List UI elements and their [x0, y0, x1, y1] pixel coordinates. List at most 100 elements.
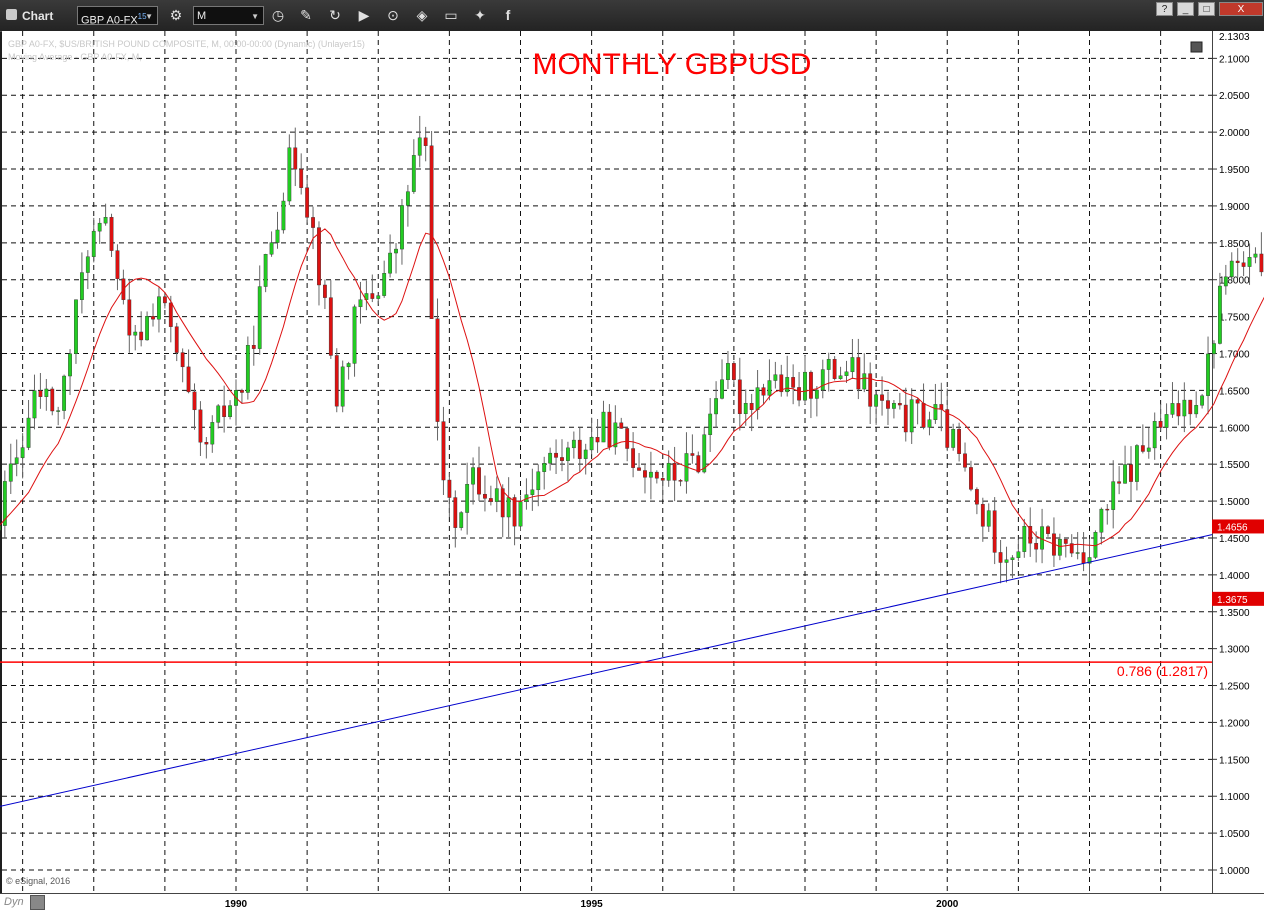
candle-body	[1194, 405, 1199, 415]
candle-body	[1217, 285, 1222, 344]
candle-body	[1188, 399, 1193, 415]
candle-body	[619, 422, 624, 429]
candle-body	[198, 409, 203, 443]
candle-body	[1040, 526, 1044, 550]
candle-body	[494, 488, 499, 502]
candle-body	[998, 552, 1003, 563]
candle-body	[471, 467, 475, 485]
candle-body	[477, 467, 481, 495]
candle-body	[726, 363, 730, 380]
candle-body	[162, 296, 167, 304]
candle-body	[903, 404, 908, 433]
candle-body	[1223, 276, 1228, 287]
candle-body	[631, 448, 636, 468]
candle-body	[832, 359, 837, 379]
candle-body	[1105, 508, 1110, 511]
candle-body	[1259, 253, 1264, 273]
candle-body	[1235, 260, 1240, 263]
candle-body	[453, 497, 458, 528]
candle-body	[542, 463, 547, 472]
candle-body	[151, 316, 155, 320]
candle-body	[957, 429, 962, 454]
candle-body	[222, 405, 227, 418]
candle-body	[216, 405, 221, 423]
dyn-label: Dyn	[4, 896, 24, 908]
candle-body	[672, 462, 677, 481]
candle-body	[838, 375, 843, 379]
candle-body	[346, 363, 351, 368]
candle-body	[648, 471, 653, 478]
candle-body	[945, 409, 950, 448]
legend-line: GBP A0-FX, $US/BRITISH POUND COMPOSITE, …	[8, 39, 365, 49]
candle-body	[465, 484, 470, 513]
candle-body	[708, 413, 713, 435]
y-tick-label: 1.4500	[1219, 534, 1250, 545]
candle-body	[1099, 508, 1104, 533]
candle-body	[566, 447, 570, 461]
candle-body	[328, 297, 333, 356]
candle-body	[518, 501, 523, 527]
candle-body	[1111, 481, 1116, 510]
price-tag-label: 1.3675	[1217, 595, 1248, 606]
candle-body	[168, 302, 173, 327]
candle-body	[1176, 403, 1181, 417]
candle-body	[44, 388, 49, 397]
candle-body	[702, 434, 707, 473]
candle-body	[974, 489, 979, 505]
candle-body	[488, 498, 493, 502]
candle-body	[400, 205, 404, 250]
candle-body	[512, 497, 517, 527]
candle-body	[358, 299, 363, 308]
candle-body	[26, 417, 31, 448]
candle-body	[880, 394, 884, 401]
candle-body	[749, 403, 754, 410]
candle-body	[844, 371, 849, 376]
candle-body	[773, 374, 778, 381]
y-tick-label: 1.8000	[1219, 276, 1250, 287]
candle-body	[1164, 414, 1169, 428]
y-tick-label: 1.9500	[1219, 165, 1250, 176]
candle-body	[660, 478, 665, 481]
candle-body	[874, 394, 879, 407]
candle-body	[50, 388, 55, 412]
candle-body	[1212, 343, 1216, 355]
candle-body	[311, 217, 315, 228]
candle-body	[1022, 526, 1027, 552]
candle-body	[714, 398, 718, 415]
candle-body	[257, 286, 262, 349]
candle-body	[299, 169, 304, 188]
candle-body	[1182, 399, 1187, 417]
candle-body	[370, 293, 375, 299]
candle-body	[1170, 403, 1175, 415]
candle-body	[1004, 559, 1009, 563]
candle-body	[1123, 464, 1127, 484]
candle-body	[506, 497, 511, 518]
candle-body	[20, 447, 25, 458]
candle-body	[157, 296, 161, 320]
y-tick-label: 2.0000	[1219, 128, 1250, 139]
y-tick-label: 1.3500	[1219, 608, 1250, 619]
y-tick-label: 1.7500	[1219, 313, 1250, 324]
scale-mode-icon[interactable]	[30, 895, 45, 910]
candle-body	[761, 387, 766, 396]
candle-body	[1241, 262, 1246, 267]
chart-title: MONTHLY GBPUSD	[533, 48, 812, 81]
candle-body	[530, 489, 535, 495]
watermark: © eSignal, 2016	[6, 876, 70, 886]
candle-body	[1135, 445, 1139, 482]
candle-body	[441, 421, 446, 481]
candle-body	[820, 369, 825, 391]
candle-body	[145, 316, 149, 341]
candle-body	[293, 147, 298, 170]
candle-body	[1034, 543, 1039, 550]
candle-body	[411, 155, 416, 192]
trendline	[0, 534, 1213, 807]
candle-body	[915, 399, 920, 404]
candle-body	[32, 390, 37, 419]
y-tick-label: 1.0500	[1219, 829, 1250, 840]
candle-body	[755, 387, 760, 410]
candle-body	[921, 402, 926, 428]
y-tick-label: 1.5500	[1219, 460, 1250, 471]
candle-body	[678, 480, 683, 482]
candle-body	[607, 411, 612, 448]
